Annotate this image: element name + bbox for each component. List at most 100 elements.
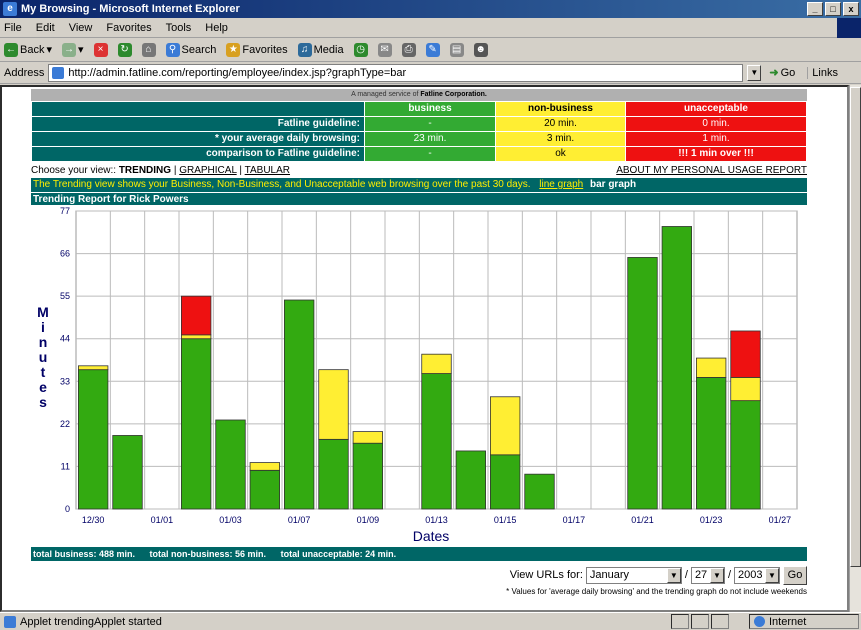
status-bar: Applet trendingApplet started Internet <box>0 612 861 630</box>
y-tick-label: 0 <box>65 504 70 514</box>
refresh-icon[interactable]: ↻ <box>117 42 132 57</box>
history-icon[interactable]: ◷ <box>353 42 368 57</box>
address-bar: Address http://admin.fatline.com/reporti… <box>0 62 861 84</box>
comparison-row: comparison to Fatline guideline: - ok !!… <box>31 146 807 162</box>
footnote: * Values for 'average daily browsing' an… <box>506 587 807 596</box>
cell-non-business: ok <box>495 146 626 162</box>
window-title: My Browsing - Microsoft Internet Explore… <box>21 3 240 15</box>
menu-help[interactable]: Help <box>205 22 228 34</box>
ie-logo-icon: e <box>3 2 17 16</box>
zone-label: Internet <box>769 615 807 628</box>
y-label-letter: e <box>39 379 47 395</box>
y-tick-label: 44 <box>60 334 70 344</box>
x-tick-label: 01/03 <box>219 515 242 525</box>
bar-segment <box>249 462 280 471</box>
media-icon: ♫ <box>297 42 312 57</box>
bar-segment <box>455 450 486 510</box>
y-label-letter: i <box>41 319 45 335</box>
vertical-scrollbar[interactable] <box>849 85 861 612</box>
close-button[interactable]: x <box>843 2 859 16</box>
mail-icon[interactable]: ✉ <box>377 42 392 57</box>
menu-edit[interactable]: Edit <box>36 22 55 34</box>
favorites-button[interactable]: ★ Favorites <box>226 42 288 57</box>
header-unacceptable: unacceptable <box>625 101 807 117</box>
bar-segment <box>730 377 761 402</box>
y-tick-label: 22 <box>60 419 70 429</box>
print-icon[interactable]: ⎙ <box>401 42 416 57</box>
personal-report-link[interactable]: ABOUT MY PERSONAL USAGE REPORT <box>616 165 807 176</box>
bar-segment <box>352 431 383 444</box>
cell-unacceptable: 0 min. <box>625 116 807 132</box>
links-button[interactable]: Links <box>807 66 838 79</box>
cell-business: - <box>364 116 496 132</box>
x-tick-label: 01/27 <box>769 515 792 525</box>
bar-segment <box>490 396 521 456</box>
bar-segment <box>215 419 246 510</box>
page-content: A managed service of Fatline Corporation… <box>0 85 849 612</box>
guideline-row: Fatline guideline: - 20 min. 0 min. <box>31 116 807 132</box>
menu-favorites[interactable]: Favorites <box>106 22 151 34</box>
bar-segment <box>284 299 315 510</box>
scrollbar-thumb[interactable] <box>850 87 861 567</box>
y-label-letter: n <box>39 334 48 350</box>
go-button[interactable]: ➜ Go <box>769 66 795 80</box>
bar-segment <box>318 438 349 510</box>
y-tick-label: 66 <box>60 249 70 259</box>
bar-segment <box>78 369 109 510</box>
bar-segment <box>730 330 761 378</box>
total-non-business: total non-business: 56 min. <box>149 549 267 559</box>
bar-segment <box>78 365 109 371</box>
report-title: Trending Report for Rick Powers <box>31 192 807 205</box>
browser-window: e My Browsing - Microsoft Internet Explo… <box>0 0 861 630</box>
forward-button[interactable]: → ▾ <box>62 42 84 57</box>
back-dropdown-icon[interactable]: ▾ <box>46 43 52 56</box>
discuss-icon[interactable]: ▤ <box>449 42 464 57</box>
company-name: Fatline Corporation. <box>420 91 487 98</box>
x-tick-label: 01/07 <box>288 515 311 525</box>
x-tick-label: 01/09 <box>357 515 380 525</box>
view-tabular-link[interactable]: TABULAR <box>245 165 290 176</box>
menu-file[interactable]: File <box>4 22 22 34</box>
back-button[interactable]: ← Back ▾ <box>4 42 52 57</box>
view-graphical-link[interactable]: GRAPHICAL <box>179 165 236 176</box>
chevron-down-icon: ▼ <box>709 567 724 583</box>
globe-icon <box>754 616 765 627</box>
cell-business: 23 min. <box>364 131 496 147</box>
home-icon[interactable]: ⌂ <box>141 42 156 57</box>
maximize-button[interactable]: □ <box>825 2 841 16</box>
view-urls-go-button[interactable]: Go <box>783 565 807 585</box>
menu-tools[interactable]: Tools <box>166 22 192 34</box>
forward-dropdown-icon[interactable]: ▾ <box>78 43 84 56</box>
minimize-button[interactable]: _ <box>807 2 823 16</box>
row-label: Fatline guideline: <box>31 116 365 132</box>
address-input[interactable]: http://admin.fatline.com/reporting/emplo… <box>48 63 744 82</box>
address-dropdown-icon[interactable]: ▼ <box>747 64 762 81</box>
year-select[interactable]: 2003 ▼ <box>734 566 780 584</box>
title-bar: e My Browsing - Microsoft Internet Explo… <box>0 0 861 18</box>
stop-icon[interactable]: × <box>93 42 108 57</box>
menu-view[interactable]: View <box>69 22 93 34</box>
windows-logo-icon <box>837 18 861 38</box>
view-selector: Choose your view:: TRENDING | GRAPHICAL … <box>31 164 807 176</box>
y-tick-label: 77 <box>60 206 70 216</box>
bar-segment <box>696 377 727 510</box>
line-graph-link[interactable]: line graph <box>539 179 583 190</box>
go-arrow-icon: ➜ <box>769 67 779 79</box>
address-label: Address <box>4 66 45 79</box>
x-tick-label: 01/23 <box>700 515 723 525</box>
search-button[interactable]: ⚲ Search <box>165 42 216 57</box>
cell-non-business: 20 min. <box>495 116 626 132</box>
x-tick-label: 01/17 <box>563 515 586 525</box>
messenger-icon[interactable]: ☻ <box>473 42 488 57</box>
x-tick-label: 01/15 <box>494 515 517 525</box>
edit-icon[interactable]: ✎ <box>425 42 440 57</box>
bar-segment <box>181 334 212 340</box>
view-prefix: Choose your view:: <box>31 164 119 176</box>
month-select[interactable]: January ▼ <box>585 566 682 584</box>
bar-segment <box>112 435 143 510</box>
toolbar: ← Back ▾ → ▾ × ↻ ⌂ ⚲ Search ★ Favorites ♫ Medi… <box>0 38 861 62</box>
day-select[interactable]: 27 ▼ <box>690 566 725 584</box>
status-text: Applet trendingApplet started <box>20 615 162 628</box>
info-text: The Trending view shows your Business, N… <box>33 179 531 190</box>
media-button[interactable]: ♫ Media <box>297 42 344 57</box>
